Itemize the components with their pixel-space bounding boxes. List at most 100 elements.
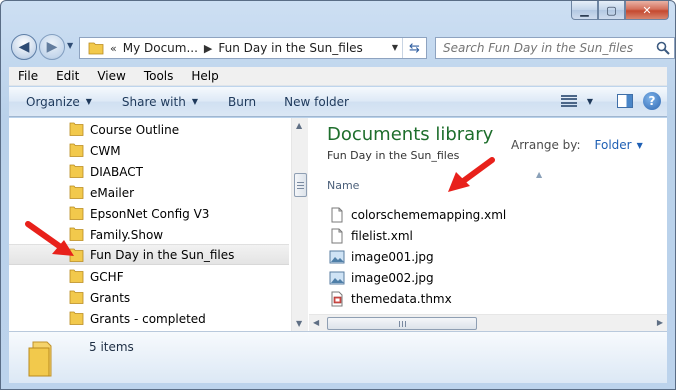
xml-file-icon xyxy=(331,207,343,222)
menu-view[interactable]: View xyxy=(88,69,134,83)
scroll-up-icon[interactable]: ▲ xyxy=(296,121,302,130)
view-options-dropdown-icon[interactable]: ▼ xyxy=(587,97,593,106)
details-pane: 5 items xyxy=(9,331,667,383)
library-subtitle: Fun Day in the Sun_files xyxy=(327,149,460,162)
scroll-right-icon[interactable]: ▶ xyxy=(657,318,663,327)
search-input[interactable] xyxy=(443,41,653,55)
jpg-image-icon xyxy=(329,250,345,263)
menu-tools[interactable]: Tools xyxy=(135,69,183,83)
tree-item-label: eMailer xyxy=(90,185,135,200)
tree-item-emailer[interactable]: eMailer xyxy=(9,182,289,203)
menu-help[interactable]: Help xyxy=(182,69,227,83)
back-arrow-icon: ◀ xyxy=(18,39,30,55)
tree-item-cwm[interactable]: CWM xyxy=(9,140,289,161)
scrollbar-thumb[interactable] xyxy=(294,173,307,197)
tree-item-label: EpsonNet Config V3 xyxy=(90,206,210,221)
horizontal-scrollbar[interactable]: ◀ ▶ xyxy=(309,314,667,331)
folder-icon xyxy=(69,122,84,136)
caption-buttons: ▁ ▢ ✕ xyxy=(571,1,669,20)
arrange-by-label: Arrange by: xyxy=(511,138,581,152)
search-icon[interactable] xyxy=(656,41,670,55)
file-row-image001[interactable]: image001.jpg xyxy=(329,246,434,267)
breadcrumb-overflow[interactable]: « xyxy=(110,42,117,55)
tree-item-grants-completed[interactable]: Grants - completed xyxy=(9,308,289,329)
folder-icon xyxy=(88,42,104,55)
tree-item-gchf[interactable]: GCHF xyxy=(9,266,289,287)
file-list-pane[interactable]: Documents library Fun Day in the Sun_fil… xyxy=(309,118,667,331)
scroll-down-icon[interactable]: ▼ xyxy=(296,319,302,328)
search-box[interactable] xyxy=(435,37,675,59)
file-name: colorschememapping.xml xyxy=(351,207,507,222)
item-count: 5 items xyxy=(89,340,134,354)
file-name: image001.jpg xyxy=(351,249,434,264)
menu-edit[interactable]: Edit xyxy=(47,69,88,83)
tree-item-course-outline[interactable]: Course Outline xyxy=(9,119,289,140)
tree-item-family-show[interactable]: Family.Show xyxy=(9,224,289,245)
share-with-label: Share with xyxy=(121,94,186,109)
folder-icon xyxy=(69,227,84,241)
navigation-row: ◀ ▶ ▼ « My Docum... ▶ Fun Day in the Sun… xyxy=(9,33,675,60)
tree-item-epsonnet-config[interactable]: EpsonNet Config V3 xyxy=(9,203,289,224)
tree-item-label: CWM xyxy=(90,143,121,158)
tree-item-label: Course Outline xyxy=(90,122,180,137)
back-button[interactable]: ◀ xyxy=(11,34,37,60)
burn-button[interactable]: Burn xyxy=(219,95,265,109)
file-name: filelist.xml xyxy=(351,228,413,243)
explorer-window: ▁ ▢ ✕ ◀ ▶ ▼ « My Docum... ▶ Fun Day in t… xyxy=(0,0,676,390)
tree-item-label: Family.Show xyxy=(90,227,164,242)
tree-item-fun-day-in-the-sun[interactable]: Fun Day in the Sun_files xyxy=(9,244,289,265)
new-folder-label: New folder xyxy=(284,94,349,109)
navigation-pane[interactable]: Course Outline CWM DIABACT eMailer Epson… xyxy=(9,118,291,331)
folder-icon xyxy=(69,143,84,157)
view-controls: ▼ ? xyxy=(560,92,661,110)
column-header-name[interactable]: Name xyxy=(327,179,359,192)
library-title: Documents library xyxy=(327,124,494,145)
tree-item-label: Grants - completed xyxy=(90,311,206,326)
tree-item-label: DIABACT xyxy=(90,164,143,179)
folder-icon xyxy=(28,341,52,377)
organize-button[interactable]: Organize ▼ xyxy=(17,95,101,109)
breadcrumb-separator-icon[interactable]: ▶ xyxy=(204,42,212,55)
file-row-themedata[interactable]: themedata.thmx xyxy=(329,288,452,309)
folder-icon xyxy=(69,311,84,325)
recent-pages-dropdown[interactable]: ▼ xyxy=(67,41,73,50)
folder-icon xyxy=(69,248,84,262)
close-button[interactable]: ✕ xyxy=(625,1,669,20)
file-row-colorschememapping[interactable]: colorschememapping.xml xyxy=(329,204,506,225)
navigation-scrollbar[interactable]: ▲ ▼ xyxy=(291,118,308,331)
file-row-image002[interactable]: image002.jpg xyxy=(329,267,434,288)
tree-item-label: Fun Day in the Sun_files xyxy=(90,247,235,262)
minimize-button[interactable]: ▁ xyxy=(571,1,598,20)
refresh-button[interactable]: ⇆ xyxy=(402,38,426,58)
preview-pane-icon[interactable] xyxy=(617,94,633,108)
new-folder-button[interactable]: New folder xyxy=(275,95,358,109)
help-icon[interactable]: ? xyxy=(643,92,661,110)
file-row-filelist[interactable]: filelist.xml xyxy=(329,225,413,246)
tree-item-diabact[interactable]: DIABACT xyxy=(9,161,289,182)
tree-item-label: GCHF xyxy=(90,269,124,284)
arrange-by-value: Folder xyxy=(594,138,632,152)
change-view-icon[interactable] xyxy=(560,95,577,107)
address-dropdown-icon[interactable]: ▼ xyxy=(392,43,398,52)
maximize-button[interactable]: ▢ xyxy=(598,1,625,20)
tree-item-grants[interactable]: Grants xyxy=(9,287,289,308)
scrollbar-thumb[interactable] xyxy=(327,317,477,330)
forward-button[interactable]: ▶ xyxy=(39,34,65,60)
breadcrumb-current-folder[interactable]: Fun Day in the Sun_files xyxy=(218,41,362,55)
scroll-left-icon[interactable]: ◀ xyxy=(313,318,319,327)
chevron-down-icon: ▼ xyxy=(85,97,92,106)
refresh-icon: ⇆ xyxy=(409,40,420,56)
file-name: image002.jpg xyxy=(351,270,434,285)
burn-label: Burn xyxy=(227,94,257,109)
menu-bar: File Edit View Tools Help xyxy=(9,67,667,86)
folder-icon xyxy=(69,269,84,283)
arrange-by-dropdown[interactable]: Folder ▼ xyxy=(595,138,643,152)
menu-file[interactable]: File xyxy=(9,69,47,83)
breadcrumb-my-documents[interactable]: My Docum... xyxy=(123,41,198,55)
arrange-by: Arrange by: Folder ▼ xyxy=(511,138,643,152)
folder-icon xyxy=(69,185,84,199)
chevron-down-icon: ▼ xyxy=(191,97,198,106)
share-with-button[interactable]: Share with ▼ xyxy=(113,95,207,109)
folder-icon xyxy=(69,164,84,178)
address-bar[interactable]: « My Docum... ▶ Fun Day in the Sun_files… xyxy=(79,37,427,59)
